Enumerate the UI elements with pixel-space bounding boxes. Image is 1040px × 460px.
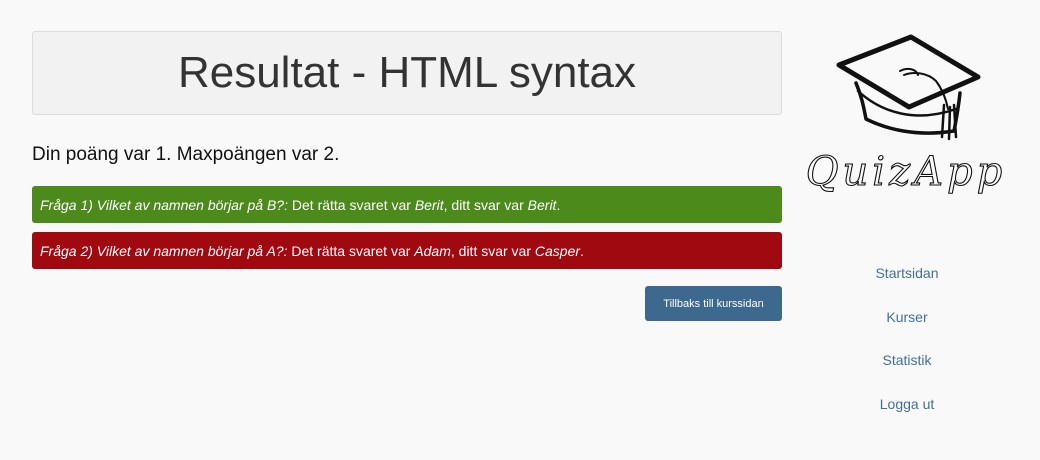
answer-row-1: Fråga 1) Vilket av namnen börjar på B?: … [32, 186, 782, 223]
correct-answer: Adam [414, 242, 451, 259]
sidebar-nav: Startsidan Kurser Statistik Logga ut [796, 263, 1018, 414]
answer-row-2: Fråga 2) Vilket av namnen börjar på A?: … [32, 232, 782, 269]
sidebar: QuizApp Startsidan Kurser Statistik Logg… [796, 33, 1018, 437]
logo-text: QuizApp [806, 149, 1007, 195]
nav-item-logga-ut[interactable]: Logga ut [796, 394, 1018, 414]
nav-item-statistik[interactable]: Statistik [796, 350, 1018, 370]
page: Resultat - HTML syntax Din poäng var 1. … [0, 0, 1040, 460]
question-text: Fråga 1) Vilket av namnen börjar på B?: [40, 196, 288, 213]
nav-item-kurser[interactable]: Kurser [796, 307, 1018, 327]
question-text: Fråga 2) Vilket av namnen börjar på A?: [40, 242, 288, 259]
answer-suffix: . [556, 196, 561, 213]
page-title: Resultat - HTML syntax [177, 48, 637, 97]
user-answer: Berit [527, 196, 557, 213]
user-prefix: , ditt svar var [450, 242, 535, 259]
correct-prefix: Det rätta svaret var [288, 196, 415, 213]
graduation-cap-icon [836, 34, 981, 141]
quizapp-logo[interactable]: QuizApp [796, 33, 1018, 213]
title-panel: Resultat - HTML syntax [32, 31, 782, 115]
correct-prefix: Det rätta svaret var [287, 242, 415, 259]
nav-item-startsidan[interactable]: Startsidan [796, 263, 1018, 283]
back-row: Tillbaks till kurssidan [32, 286, 782, 321]
answer-suffix: . [580, 242, 584, 259]
main-content: Resultat - HTML syntax Din poäng var 1. … [32, 31, 782, 321]
back-to-course-button[interactable]: Tillbaks till kurssidan [645, 286, 782, 321]
user-prefix: , ditt svar var [443, 196, 528, 213]
user-answer: Casper [534, 242, 581, 259]
correct-answer: Berit [414, 196, 444, 213]
score-text: Din poäng var 1. Maxpoängen var 2. [32, 144, 340, 165]
